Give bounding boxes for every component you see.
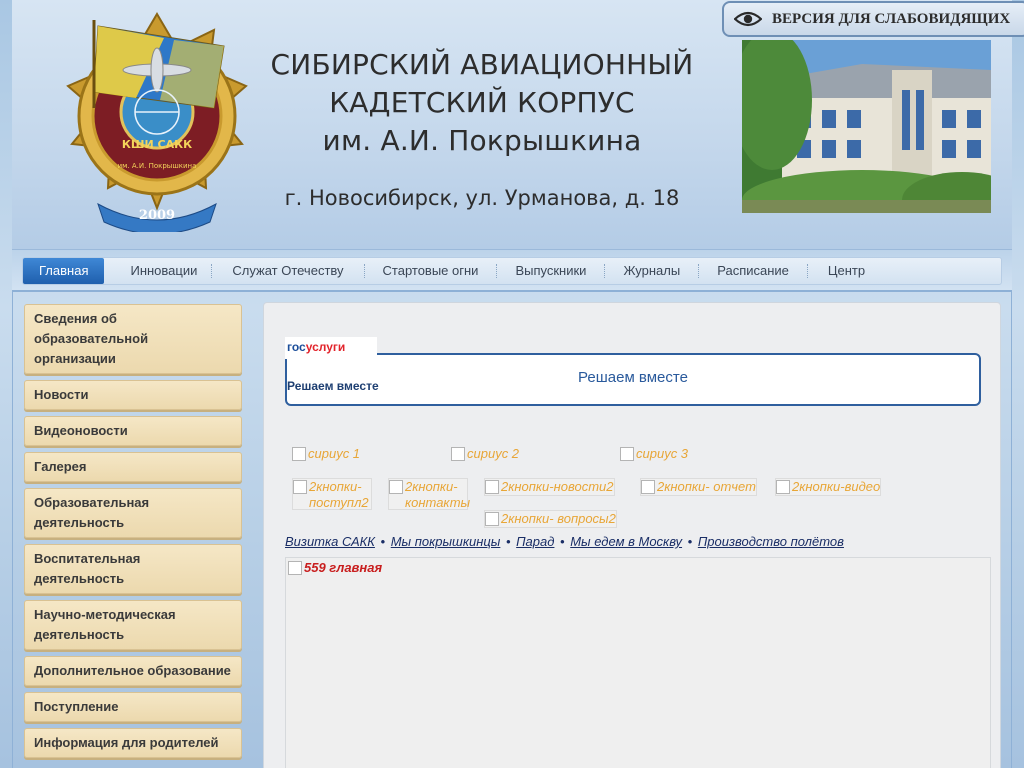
sidebar-item-org-info[interactable]: Сведения об образовательной организации [24,304,242,374]
emblem-logo[interactable]: 2009 КШИ САКК им. А.И. Покрышкина [64,8,250,232]
main-content: Решаем вместе Решаем вместе госуслуги си… [263,302,1001,768]
link-flight-production[interactable]: Производство полётов [698,534,844,549]
quick-links: Визитка САКК • Мы покрышкинцы • Парад • … [285,534,844,549]
site-header: 2009 КШИ САКК им. А.И. Покрышкина СИБИРС… [12,0,1024,250]
accessibility-version-button[interactable]: ВЕРСИЯ ДЛЯ СЛАБОВИДЯЩИХ [722,1,1024,37]
site-address: г. Новосибирск, ул. Урманова, д. 18 [284,186,680,210]
broken-image-icon [288,561,302,575]
nav-item-innovations[interactable]: Инновации [116,258,211,284]
image-alt-text: сириус 3 [636,446,689,461]
gosuslugi-brand-1: гос [287,340,306,354]
title-line: им. А.И. Покрышкина [322,124,642,157]
main-image-frame: 559 главная [285,557,991,768]
image-alt-text: сириус 2 [467,446,520,461]
link-moscow[interactable]: Мы едем в Москву [570,534,682,549]
sidebar-item-video-news[interactable]: Видеоновости [24,416,242,446]
broken-image-icon [485,512,499,526]
emblem-text-top: КШИ САКК [122,138,192,151]
gosuslugi-widget[interactable]: Решаем вместе Решаем вместе [285,353,981,406]
button-news-image[interactable]: 2кнопки-новости2 [484,478,615,496]
image-alt-text: 2кнопки-видео [792,479,881,494]
nav-item-serve-fatherland[interactable]: Служат Отечеству [212,258,363,284]
sidebar-item-news[interactable]: Новости [24,380,242,410]
link-separator: • [376,534,389,549]
nav-item-schedule[interactable]: Расписание [699,258,807,284]
building-photo [742,40,991,213]
broken-image-icon [451,447,465,461]
link-parade[interactable]: Парад [516,534,554,549]
image-alt-text: 2кнопки-поступл2 [309,479,369,510]
sidebar-item-methodical[interactable]: Научно-методическая деятельность [24,600,242,650]
nav-item-home[interactable]: Главная [23,258,105,284]
nav-item-graduates[interactable]: Выпускники [497,258,604,284]
link-my-pokryshkintsy[interactable]: Мы покрышкинцы [391,534,501,549]
sidebar-item-additional-education[interactable]: Дополнительное образование [24,656,242,686]
emblem-text-bottom: им. А.И. Покрышкина [118,162,197,170]
accessibility-label: ВЕРСИЯ ДЛЯ СЛАБОВИДЯЩИХ [772,10,1011,27]
sidebar-item-upbringing[interactable]: Воспитательная деятельность [24,544,242,594]
link-vizitka[interactable]: Визитка САКК [285,534,375,549]
gosuslugi-logo[interactable]: госуслуги [285,337,377,359]
nav-item-starting-lights[interactable]: Стартовые огни [365,258,497,284]
title-line: СИБИРСКИЙ АВИАЦИОННЫЙ [270,48,694,81]
sidebar-item-admission[interactable]: Поступление [24,692,242,722]
image-alt-text: 2кнопки-контакты [405,479,471,510]
sirius-2-image[interactable]: сириус 2 [451,446,519,462]
gosuslugi-center-text[interactable]: Решаем вместе [287,369,979,386]
title-line: КАДЕТСКИЙ КОРПУС [329,86,635,119]
gosuslugi-brand-2: услуги [305,340,346,354]
main-image[interactable]: 559 главная [288,560,382,575]
image-alt-text: 2кнопки- вопросы2 [501,511,616,526]
button-questions-image[interactable]: 2кнопки- вопросы2 [484,510,617,528]
link-separator: • [556,534,569,549]
emblem-year: 2009 [139,208,175,223]
broken-image-icon [293,480,307,494]
button-contacts-image[interactable]: 2кнопки-контакты [388,478,471,510]
button-admission-image[interactable]: 2кнопки-поступл2 [292,478,372,510]
broken-image-icon [641,480,655,494]
sidebar-menu: Сведения об образовательной организации … [24,304,242,764]
broken-image-icon [776,480,790,494]
nav-item-journals[interactable]: Журналы [605,258,698,284]
sirius-3-image[interactable]: сириус 3 [620,446,688,462]
sidebar-item-educational[interactable]: Образовательная деятельность [24,488,242,538]
sidebar-item-gallery[interactable]: Галерея [24,452,242,482]
site-title: СИБИРСКИЙ АВИАЦИОННЫЙ КАДЕТСКИЙ КОРПУС и… [267,46,697,160]
image-alt-text: 2кнопки-новости2 [501,479,614,494]
broken-image-icon [292,447,306,461]
broken-image-icon [389,480,403,494]
broken-image-icon [620,447,634,461]
nav-item-center[interactable]: Центр [808,258,885,284]
link-separator: • [684,534,696,549]
broken-image-icon [485,480,499,494]
nav-bar: Главная Инновации Служат Отечеству Старт… [22,257,1002,285]
button-video-image[interactable]: 2кнопки-видео [775,478,882,496]
link-separator: • [502,534,515,549]
image-alt-text: 2кнопки- отчет [657,479,756,494]
eye-icon [734,11,762,27]
main-navigation: Главная Инновации Служат Отечеству Старт… [12,250,1012,292]
image-alt-text: сириус 1 [308,446,361,461]
sidebar-item-parents-info[interactable]: Информация для родителей [24,728,242,758]
button-report-image[interactable]: 2кнопки- отчет [640,478,757,496]
image-alt-text: 559 главная [304,560,383,575]
sirius-1-image[interactable]: сириус 1 [292,446,360,462]
